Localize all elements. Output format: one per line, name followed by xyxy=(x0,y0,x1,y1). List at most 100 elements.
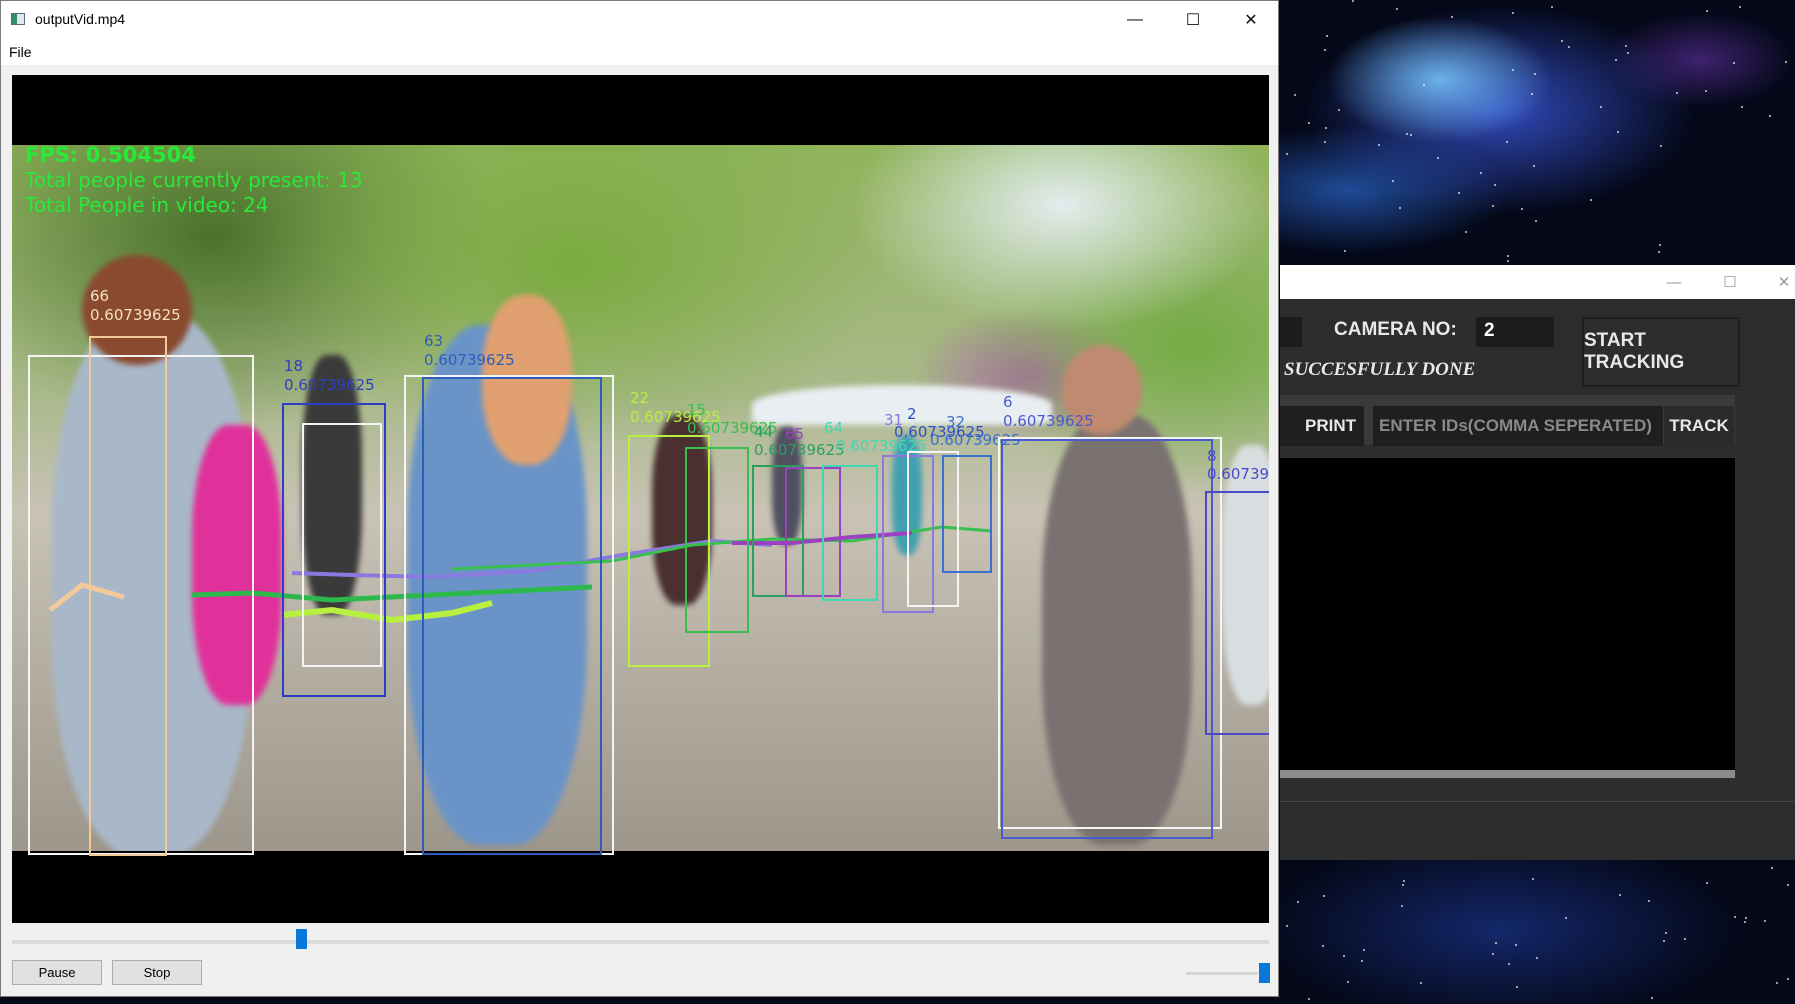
detection-id-label: 6 xyxy=(1003,393,1013,411)
star-dot xyxy=(1511,69,1514,72)
detection-score-label: 0.60739 xyxy=(1207,465,1269,483)
star-dot xyxy=(1391,179,1394,182)
star-dot xyxy=(1508,963,1511,966)
star-dot xyxy=(1511,12,1514,15)
star-dot xyxy=(1325,127,1328,129)
video-frame[interactable]: FPS: 0.504504 Total people currently pre… xyxy=(12,75,1269,923)
detection-box xyxy=(422,377,602,855)
video-player-window: outputVid.mp4 — ☐ ✕ File FPS: 0.504504 T… xyxy=(0,0,1279,997)
star-dot xyxy=(1663,939,1666,942)
status-text: SUCCESFULLY DONE xyxy=(1284,359,1476,380)
star-dot xyxy=(1506,254,1509,257)
star-dot xyxy=(1565,916,1568,919)
detection-score-label: 0.60739625 xyxy=(90,306,181,324)
detection-id-label: 15 xyxy=(687,401,707,419)
star-dot xyxy=(1422,84,1425,87)
star-dot xyxy=(1409,133,1412,136)
tracker-close-button[interactable]: ✕ xyxy=(1756,265,1795,299)
menu-file[interactable]: File xyxy=(9,44,32,60)
seek-bar[interactable] xyxy=(12,940,1269,944)
detection-score-label: 0.60739625 xyxy=(424,351,515,369)
star-dot xyxy=(1567,46,1570,49)
star-dot xyxy=(1734,915,1737,918)
star-dot xyxy=(1286,925,1289,928)
star-dot xyxy=(1705,9,1708,12)
stop-button[interactable]: Stop xyxy=(112,960,202,985)
star-dot xyxy=(1515,986,1518,989)
track-button[interactable]: TRACK xyxy=(1664,406,1734,446)
star-dot xyxy=(1343,954,1346,957)
detection-box xyxy=(942,455,992,573)
star-dot xyxy=(1437,157,1440,160)
star-dot xyxy=(1744,921,1747,924)
star-dot xyxy=(1764,919,1767,922)
star-dot xyxy=(1402,880,1405,883)
star-dot xyxy=(1360,959,1363,962)
star-dot xyxy=(1560,40,1563,43)
maximize-button[interactable]: ☐ xyxy=(1164,1,1222,39)
star-dot xyxy=(1705,90,1708,93)
star-dot xyxy=(1351,0,1354,3)
detection-score-label: 0.60739625 xyxy=(284,376,375,394)
star-dot xyxy=(1308,122,1311,125)
star-dot xyxy=(1624,44,1627,47)
start-tracking-button[interactable]: START TRACKING xyxy=(1582,317,1740,387)
star-dot xyxy=(1657,250,1660,253)
star-dot xyxy=(1531,93,1534,96)
star-dot xyxy=(1307,997,1310,1000)
star-dot xyxy=(1493,184,1496,187)
detection-box xyxy=(1001,439,1213,839)
star-dot xyxy=(1533,73,1536,76)
detection-box xyxy=(822,465,878,601)
partial-input[interactable] xyxy=(1280,317,1302,347)
menubar: File xyxy=(1,39,1278,65)
output-console[interactable] xyxy=(1280,458,1735,778)
close-button[interactable]: ✕ xyxy=(1222,1,1280,39)
detection-id-label: 18 xyxy=(284,357,304,375)
star-dot xyxy=(1294,93,1297,96)
star-dot xyxy=(1400,904,1403,907)
divider xyxy=(1280,801,1795,802)
star-dot xyxy=(1406,132,1409,135)
star-dot xyxy=(1322,944,1325,947)
star-dot xyxy=(1521,207,1524,210)
volume-slider[interactable] xyxy=(1186,972,1258,975)
tracker-minimize-button[interactable]: — xyxy=(1646,265,1702,299)
camera-number-input[interactable]: 2 xyxy=(1476,317,1554,347)
star-dot xyxy=(1617,130,1620,133)
minimize-button[interactable]: — xyxy=(1106,1,1164,39)
star-dot xyxy=(1647,899,1650,902)
star-dot xyxy=(1705,882,1708,885)
star-dot xyxy=(1457,191,1460,194)
ids-input[interactable]: ENTER IDs(COMMA SEPERATED) xyxy=(1373,406,1663,446)
star-dot xyxy=(1450,15,1453,18)
star-dot xyxy=(1660,144,1663,147)
star-dot xyxy=(1296,901,1299,904)
detection-score-label: 0.60739625 xyxy=(1003,412,1094,430)
tracker-maximize-button[interactable]: ☐ xyxy=(1702,265,1758,299)
volume-handle[interactable] xyxy=(1259,963,1270,983)
seek-handle[interactable] xyxy=(296,929,308,949)
tracker-titlebar[interactable]: — ☐ ✕ xyxy=(1280,265,1795,299)
star-dot xyxy=(1732,61,1735,64)
fps-readout: FPS: 0.504504 xyxy=(25,143,196,167)
star-dot xyxy=(1419,982,1422,985)
star-dot xyxy=(1741,106,1744,109)
pause-button[interactable]: Pause xyxy=(12,960,102,985)
print-button[interactable]: PRINT xyxy=(1280,406,1364,446)
detection-id-label: 44 xyxy=(754,423,774,441)
star-dot xyxy=(1506,259,1509,262)
detection-id-label: 32 xyxy=(946,413,966,431)
player-titlebar[interactable]: outputVid.mp4 — ☐ ✕ xyxy=(1,1,1278,39)
star-dot xyxy=(1494,941,1497,944)
star-dot xyxy=(1769,114,1772,117)
detection-id-label: 2 xyxy=(907,405,917,423)
star-dot xyxy=(1399,207,1402,210)
detection-id-label: 65 xyxy=(785,425,805,443)
star-dot xyxy=(1589,198,1592,201)
star-dot xyxy=(1480,172,1483,175)
star-dot xyxy=(1532,878,1535,881)
star-dot xyxy=(1346,981,1349,984)
star-dot xyxy=(1771,866,1774,869)
star-dot xyxy=(1465,230,1468,233)
